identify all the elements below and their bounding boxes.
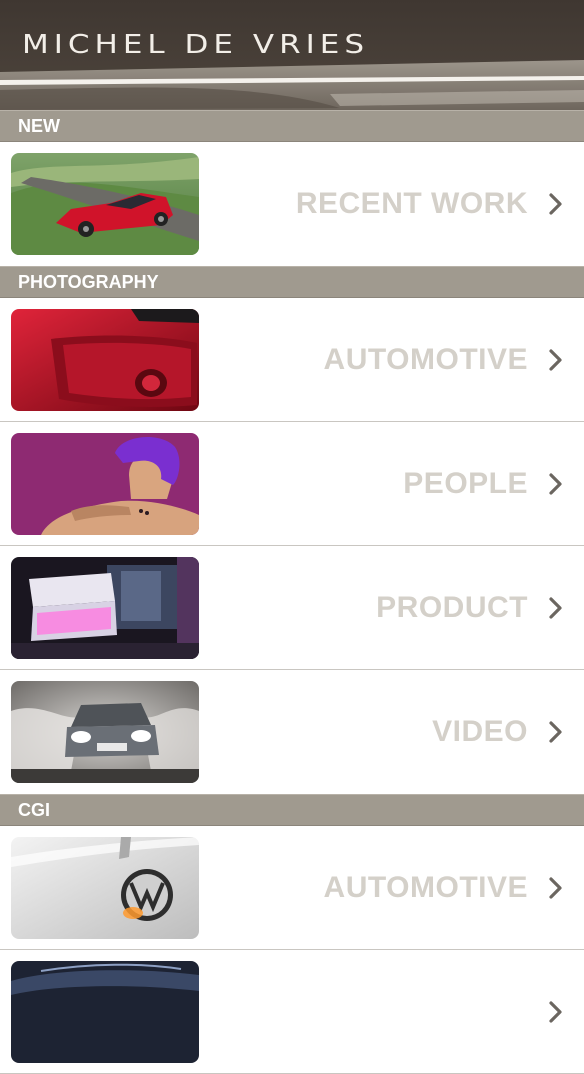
chevron-right-icon (549, 597, 562, 619)
list-item-label: AUTOMOTIVE (323, 343, 528, 376)
app-title: MICHEL DE VRIES (22, 30, 370, 60)
thumbnail-tanning-bed (11, 557, 199, 659)
thumbnail-vw-emblem (11, 837, 199, 939)
section-cgi: CGI AUTOMOTIVE (0, 794, 584, 1074)
list-item-people[interactable]: PEOPLE (0, 422, 584, 546)
section-header-cgi: CGI (0, 794, 584, 826)
chevron-right-icon (549, 721, 562, 743)
thumbnail-car-splash (11, 681, 199, 783)
list-item-cgi-automotive[interactable]: AUTOMOTIVE (0, 826, 584, 950)
chevron-right-icon (549, 877, 562, 899)
section-photography: PHOTOGRAPHY AUTOMOTIVE PEOPLE PRODUCT VI… (0, 266, 584, 794)
chevron-right-icon (549, 1001, 562, 1023)
list-item-label: VIDEO (432, 715, 528, 748)
thumbnail-woman-purple-hair (11, 433, 199, 535)
section-new: NEW RECENT WORK (0, 110, 584, 266)
thumbnail-red-taillight (11, 309, 199, 411)
chevron-right-icon (549, 193, 562, 215)
app-header: MICHEL DE VRIES (0, 0, 584, 110)
list-item-recent-work[interactable]: RECENT WORK (0, 142, 584, 266)
thumbnail-red-sports-car (11, 153, 199, 255)
chevron-right-icon (549, 349, 562, 371)
list-item-label: PEOPLE (403, 467, 528, 500)
list-item-label: PRODUCT (376, 591, 528, 624)
section-header-photography: PHOTOGRAPHY (0, 266, 584, 298)
list-item-label: RECENT WORK (295, 187, 528, 220)
chevron-right-icon (549, 473, 562, 495)
list-item-automotive[interactable]: AUTOMOTIVE (0, 298, 584, 422)
list-item-label: AUTOMOTIVE (323, 871, 528, 904)
section-header-new: NEW (0, 110, 584, 142)
thumbnail-dark-car (11, 961, 199, 1063)
list-item-video[interactable]: VIDEO (0, 670, 584, 794)
list-item-product[interactable]: PRODUCT (0, 546, 584, 670)
list-item-cgi-second[interactable] (0, 950, 584, 1074)
